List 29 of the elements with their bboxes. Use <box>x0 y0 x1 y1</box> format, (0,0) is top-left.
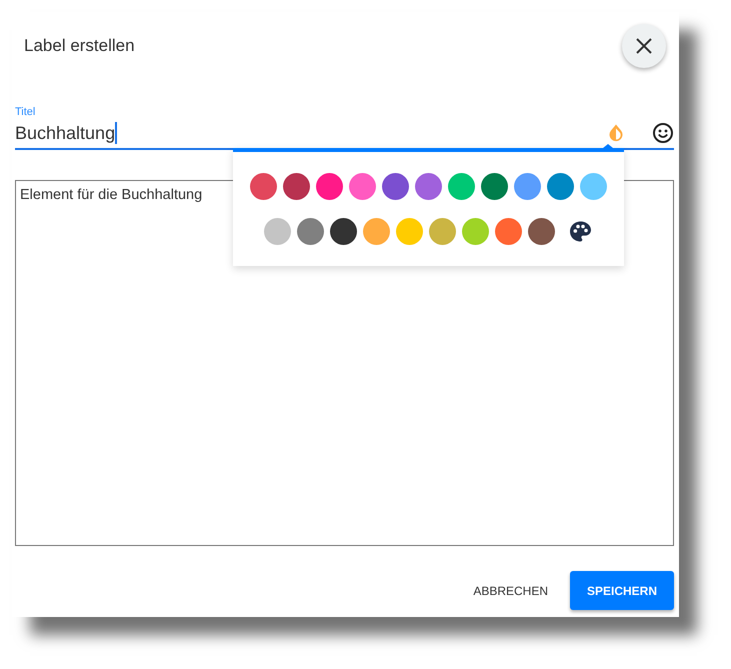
color-swatch[interactable] <box>349 173 376 200</box>
close-icon <box>635 37 653 55</box>
color-swatch[interactable] <box>362 218 390 245</box>
color-swatch[interactable] <box>462 218 488 245</box>
save-button[interactable]: SPEICHERN <box>570 571 674 610</box>
dialog-title: Label erstellen <box>24 36 135 56</box>
color-swatch[interactable] <box>481 173 508 200</box>
color-swatch[interactable] <box>250 173 277 200</box>
smiley-icon[interactable] <box>652 122 674 144</box>
cancel-button[interactable]: ABBRECHEN <box>473 571 548 610</box>
color-swatch[interactable] <box>316 173 343 200</box>
color-swatch[interactable] <box>448 173 475 200</box>
color-swatch[interactable] <box>283 173 310 200</box>
color-swatch[interactable] <box>494 218 522 245</box>
color-swatch[interactable] <box>528 218 554 245</box>
color-swatch[interactable] <box>330 218 356 245</box>
color-swatch[interactable] <box>428 218 456 245</box>
color-swatch[interactable] <box>296 218 324 245</box>
color-swatch[interactable] <box>580 173 607 200</box>
title-field[interactable]: Buchhaltung <box>15 120 596 146</box>
color-swatch[interactable] <box>547 173 574 200</box>
color-swatch[interactable] <box>396 218 422 245</box>
field-value: Element für die Buchhaltung <box>20 187 202 203</box>
color-swatch[interactable] <box>382 173 409 200</box>
field-label: Titel <box>15 106 36 118</box>
color-swatch[interactable] <box>264 218 290 245</box>
color-swatch[interactable] <box>415 173 442 200</box>
close-button[interactable] <box>622 24 666 68</box>
color-swatch[interactable] <box>514 173 541 200</box>
